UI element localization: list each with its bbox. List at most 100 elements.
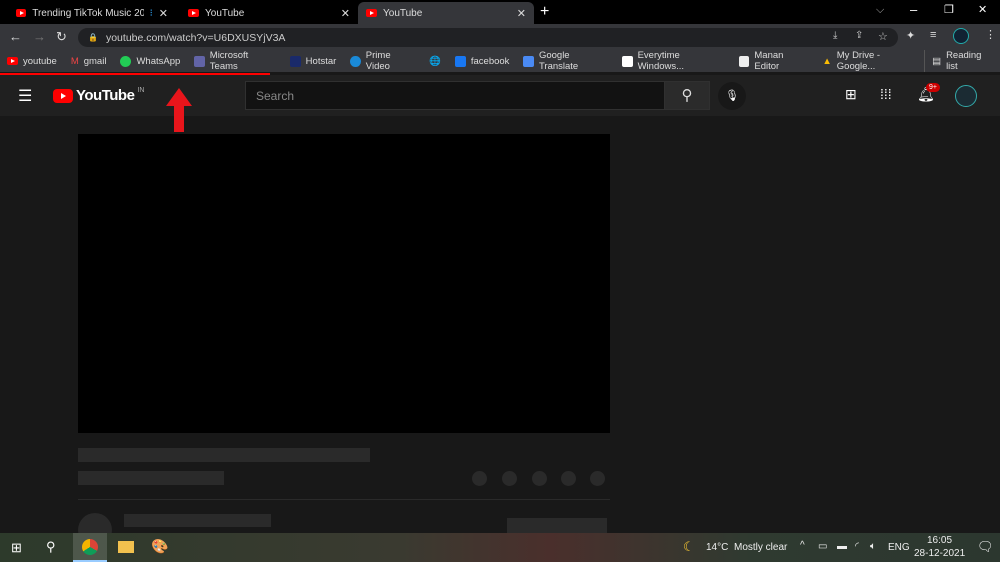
new-tab-button[interactable]: + <box>540 3 549 21</box>
weather-moon-icon[interactable]: ☾ <box>683 539 695 555</box>
extensions-icon[interactable]: ✦ <box>906 29 915 42</box>
bookmark-manan-editor[interactable]: Manan Editor <box>732 50 815 72</box>
meta-skeleton <box>78 471 224 485</box>
lock-icon: 🔒 <box>88 33 98 42</box>
bookmark-everytime-windows[interactable]: Everytime Windows... <box>615 50 732 72</box>
hamburger-menu-icon[interactable]: ☰ <box>18 86 32 106</box>
url-text: youtube.com/watch?v=U6DXUSYjV3A <box>105 31 286 44</box>
youtube-favicon-icon <box>366 9 377 17</box>
divider <box>78 499 610 500</box>
code-icon <box>622 55 633 67</box>
youtube-favicon-icon <box>16 9 27 17</box>
bookmarks-bar: youtube Mgmail WhatsApp Microsoft Teams … <box>0 50 1000 72</box>
prime-video-icon <box>350 55 361 67</box>
notifications-center-icon[interactable]: 🗨︎ <box>977 539 994 555</box>
bookmark-hotstar[interactable]: Hotstar <box>283 55 344 67</box>
tab-title: YouTube <box>205 7 245 19</box>
tab-title: Trending TikTok Music 2021 Mix <box>32 7 144 19</box>
red-up-arrow-annotation <box>166 88 192 132</box>
language-indicator[interactable]: ENG <box>888 542 910 553</box>
voice-search-mic-icon[interactable]: 🎙︎ <box>718 82 746 110</box>
account-avatar[interactable] <box>955 85 977 107</box>
restore-button[interactable]: ❐ <box>944 3 954 16</box>
video-player[interactable] <box>78 134 610 433</box>
bookmark-star-icon[interactable]: ☆ <box>878 30 888 43</box>
action-skeleton <box>472 471 487 486</box>
minimize-button[interactable]: – <box>910 2 917 17</box>
youtube-logo-icon <box>53 88 73 103</box>
action-skeleton <box>502 471 517 486</box>
menu-icon[interactable]: ⋮ <box>985 28 996 41</box>
meet-now-icon[interactable]: ▭ <box>818 541 827 552</box>
wifi-icon[interactable]: ◜ <box>855 541 859 552</box>
teams-icon <box>194 55 205 67</box>
address-bar[interactable]: 🔒 youtube.com/watch?v=U6DXUSYjV3A ⤓ ⇪ ☆ <box>78 28 898 47</box>
search-input[interactable]: Search <box>245 81 665 110</box>
bookmark-prime-video[interactable]: Prime Video <box>343 50 422 72</box>
profile-avatar[interactable] <box>953 28 969 44</box>
bookmark-whatsapp[interactable]: WhatsApp <box>113 55 187 67</box>
weather-desc[interactable]: Mostly clear <box>734 542 787 553</box>
tab-strip: Trending TikTok Music 2021 Mix ⁝ ✕ YouTube… <box>0 0 1000 24</box>
youtube-favicon-icon <box>188 9 199 17</box>
search-icon[interactable]: ⚲ <box>46 539 56 555</box>
whatsapp-icon <box>120 55 132 67</box>
bookmark-globe[interactable]: 🌐 <box>422 56 448 67</box>
drive-icon: ▲ <box>822 55 832 67</box>
search-button[interactable]: ⚲ <box>664 81 710 110</box>
create-video-icon[interactable]: ⊞ <box>845 86 857 103</box>
chrome-icon <box>82 539 98 555</box>
volume-icon[interactable]: 🔈︎ <box>870 541 876 552</box>
region-label: IN <box>137 87 145 94</box>
title-skeleton <box>78 448 370 462</box>
audio-icon: ⁝ <box>149 7 153 19</box>
close-tab-icon[interactable]: ✕ <box>517 7 526 20</box>
reading-list-icon: ▤ <box>932 55 942 67</box>
gmail-icon: M <box>70 55 79 67</box>
globe-icon: 🌐 <box>429 55 441 67</box>
bookmark-gmail[interactable]: Mgmail <box>64 56 114 67</box>
file-explorer-icon[interactable] <box>118 541 134 553</box>
share-icon[interactable]: ⇪ <box>855 30 863 41</box>
bookmark-google-translate[interactable]: Google Translate <box>516 50 615 72</box>
tab-3-active[interactable]: YouTube ✕ <box>358 2 534 24</box>
clock-date[interactable]: 28-12-2021 <box>914 548 965 559</box>
tab-2[interactable]: YouTube ✕ <box>180 2 358 24</box>
media-control-icon[interactable]: ≡ <box>930 29 936 41</box>
close-tab-icon[interactable]: ✕ <box>341 7 350 20</box>
close-tab-icon[interactable]: ✕ <box>159 7 168 20</box>
notification-badge: 9+ <box>926 83 940 92</box>
youtube-icon <box>7 57 18 65</box>
tab-title: YouTube <box>383 7 423 19</box>
subscribe-skeleton <box>507 518 607 533</box>
tab-1[interactable]: Trending TikTok Music 2021 Mix ⁝ ✕ <box>8 2 176 24</box>
clock-time[interactable]: 16:05 <box>927 535 952 546</box>
bookmark-facebook[interactable]: facebook <box>448 55 517 67</box>
close-window-button[interactable]: ✕ <box>978 3 987 16</box>
facebook-icon <box>454 55 466 67</box>
bookmark-my-drive[interactable]: ▲ My Drive - Google... <box>815 50 924 72</box>
youtube-logo[interactable]: YouTube IN <box>53 87 144 104</box>
reading-list-button[interactable]: ▤ Reading list <box>924 50 1000 72</box>
install-icon[interactable]: ⤓ <box>833 30 837 41</box>
translate-icon <box>523 55 534 67</box>
action-skeleton <box>590 471 605 486</box>
bookmark-youtube[interactable]: youtube <box>0 56 64 67</box>
weather-temp[interactable]: 14°C <box>706 542 728 553</box>
battery-icon[interactable]: ▬ <box>837 541 847 552</box>
tab-search-icon[interactable]: ⌵ <box>876 4 884 17</box>
action-skeleton <box>561 471 576 486</box>
windows-taskbar: ⊞ ⚲ 🎨 ☾ 14°C Mostly clear ^ ▭ ▬ ◜ 🔈︎ ENG… <box>0 533 1000 562</box>
bookmark-teams[interactable]: Microsoft Teams <box>187 50 282 72</box>
paint-icon[interactable]: 🎨 <box>151 538 168 555</box>
back-button[interactable]: ← <box>9 29 22 44</box>
hotstar-icon <box>289 55 301 67</box>
show-hidden-icons-chevron[interactable]: ^ <box>800 540 805 551</box>
chrome-taskbar-button[interactable] <box>73 533 107 562</box>
wix-icon <box>738 55 750 67</box>
apps-grid-icon[interactable]: ⁞⁞⁞ <box>880 86 892 102</box>
action-skeleton <box>532 471 547 486</box>
reload-button[interactable]: ↻ <box>56 29 67 45</box>
windows-start-icon[interactable]: ⊞ <box>11 540 22 556</box>
forward-button[interactable]: → <box>33 29 46 44</box>
